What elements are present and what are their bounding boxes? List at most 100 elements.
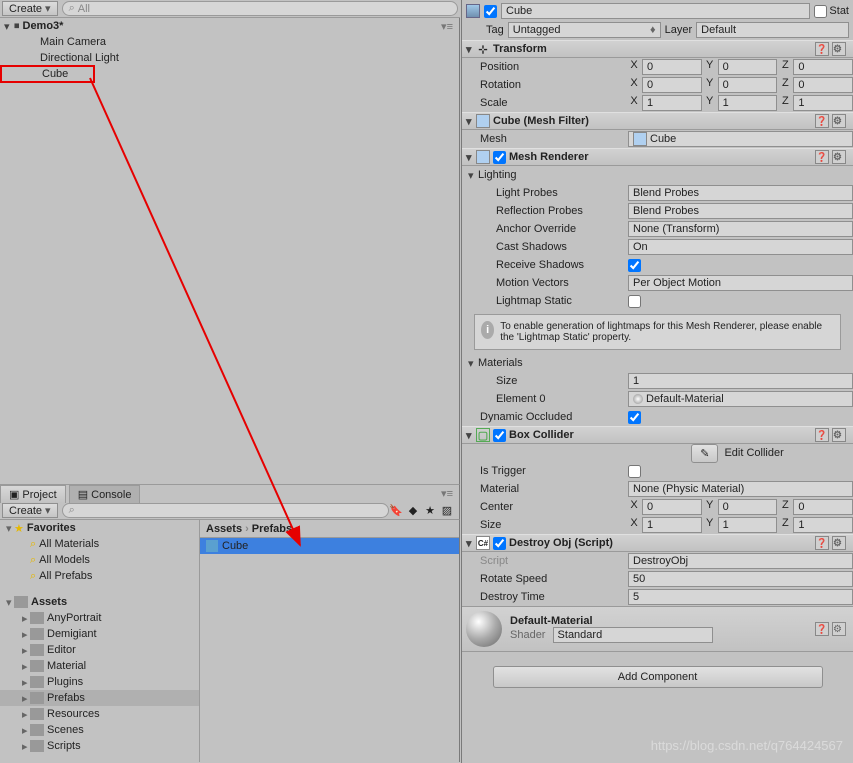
scl-x-input[interactable]: 1 — [642, 95, 702, 111]
asset-folder-prefabs[interactable]: ▸Prefabs — [0, 690, 199, 706]
size-y-input[interactable]: 1 — [718, 517, 778, 533]
assets-header[interactable]: ▾Assets — [0, 594, 199, 610]
help-icon[interactable] — [815, 428, 829, 442]
dynamic-occluded-checkbox[interactable] — [628, 411, 641, 424]
create-label: Create — [9, 3, 42, 15]
destroy-time-input[interactable]: 5 — [628, 589, 853, 605]
asset-folder-demigiant[interactable]: ▸Demigiant — [0, 626, 199, 642]
hierarchy-item[interactable]: Main Camera — [0, 34, 459, 50]
meshrenderer-header[interactable]: ▾Mesh Renderer — [462, 148, 853, 166]
scl-z-input[interactable]: 1 — [793, 95, 853, 111]
element0-field[interactable]: Default-Material — [628, 391, 853, 407]
mesh-field[interactable]: Cube — [628, 131, 853, 147]
gear-icon[interactable] — [832, 42, 846, 56]
lightmap-static-checkbox[interactable] — [628, 295, 641, 308]
reflection-probes-dropdown[interactable]: Blend Probes — [628, 203, 853, 219]
favorite-item[interactable]: ⌕All Models — [0, 552, 199, 568]
rot-y-input[interactable]: 0 — [718, 77, 778, 93]
material-preview-header[interactable]: Default-Material Shader Standard — [462, 607, 853, 651]
pos-z-input[interactable]: 0 — [793, 59, 853, 75]
asset-folder-anyportrait[interactable]: ▸AnyPortrait — [0, 610, 199, 626]
scene-row[interactable]: ▾ ⏹ Demo3* ▾≡ — [0, 18, 459, 34]
materials-size-input[interactable]: 1 — [628, 373, 853, 389]
help-icon[interactable] — [815, 42, 829, 56]
size-z-input[interactable]: 1 — [793, 517, 853, 533]
help-icon[interactable] — [815, 114, 829, 128]
static-label: Stat — [829, 5, 849, 17]
gameobject-name-input[interactable]: Cube — [501, 3, 810, 19]
favorite-item[interactable]: ⌕All Prefabs — [0, 568, 199, 584]
panel-menu-icon[interactable]: ▾≡ — [435, 485, 459, 502]
meshrenderer-enabled-checkbox[interactable] — [493, 151, 506, 164]
script-header[interactable]: ▾C#Destroy Obj (Script) — [462, 534, 853, 552]
add-component-button[interactable]: Add Component — [493, 666, 823, 688]
breadcrumb-item[interactable]: Assets — [206, 523, 242, 535]
scene-menu-icon[interactable]: ▾≡ — [441, 20, 453, 33]
gear-icon[interactable] — [832, 114, 846, 128]
help-icon[interactable] — [815, 536, 829, 550]
edit-collider-button[interactable]: ✎ — [691, 444, 718, 463]
hierarchy-item-cube[interactable]: Cube — [0, 66, 459, 82]
rotate-speed-input[interactable]: 50 — [628, 571, 853, 587]
asset-folder-editor[interactable]: ▸Editor — [0, 642, 199, 658]
light-probes-dropdown[interactable]: Blend Probes — [628, 185, 853, 201]
layer-dropdown[interactable]: Default — [696, 22, 849, 38]
receive-shadows-checkbox[interactable] — [628, 259, 641, 272]
breadcrumb-item[interactable]: Prefabs — [252, 523, 292, 535]
favorite-item[interactable]: ⌕All Materials — [0, 536, 199, 552]
help-icon[interactable] — [815, 622, 829, 636]
project-create-button[interactable]: Create▾ — [2, 503, 58, 518]
shader-dropdown[interactable]: Standard — [553, 627, 713, 643]
motion-vectors-dropdown[interactable]: Per Object Motion — [628, 275, 853, 291]
rot-z-input[interactable]: 0 — [793, 77, 853, 93]
asset-folder-plugins[interactable]: ▸Plugins — [0, 674, 199, 690]
hidden-icon[interactable]: ▨ — [440, 504, 454, 518]
folder-icon — [30, 724, 44, 736]
gear-icon[interactable] — [832, 622, 846, 636]
hierarchy-search-input[interactable]: All — [62, 1, 458, 16]
size-x-input[interactable]: 1 — [642, 517, 702, 533]
center-x-input[interactable]: 0 — [642, 499, 702, 515]
list-item-cube[interactable]: Cube — [200, 538, 459, 554]
foldout-icon[interactable]: ▾ — [466, 43, 476, 56]
pos-x-input[interactable]: 0 — [642, 59, 702, 75]
gear-icon[interactable] — [832, 536, 846, 550]
is-trigger-checkbox[interactable] — [628, 465, 641, 478]
hierarchy-item[interactable]: Directional Light — [0, 50, 459, 66]
filter-icon[interactable]: 🔖 — [389, 504, 403, 518]
filter-type-icon[interactable]: ◆ — [406, 504, 420, 518]
boxcollider-header[interactable]: ▾▢Box Collider — [462, 426, 853, 444]
asset-folder-material[interactable]: ▸Material — [0, 658, 199, 674]
physic-material-field[interactable]: None (Physic Material) — [628, 481, 853, 497]
hierarchy-create-button[interactable]: Create▾ — [2, 1, 58, 16]
cast-shadows-dropdown[interactable]: On — [628, 239, 853, 255]
asset-folder-scripts[interactable]: ▸Scripts — [0, 738, 199, 754]
tab-label: Project — [22, 489, 56, 501]
rot-x-input[interactable]: 0 — [642, 77, 702, 93]
asset-folder-resources[interactable]: ▸Resources — [0, 706, 199, 722]
scene-name: Demo3* — [23, 20, 64, 32]
tab-project[interactable]: ▣Project — [0, 485, 66, 503]
gameobject-icon[interactable] — [466, 4, 480, 18]
project-search-input[interactable] — [62, 503, 389, 518]
tab-console[interactable]: ▤Console — [69, 485, 141, 503]
center-y-input[interactable]: 0 — [718, 499, 778, 515]
meshfilter-header[interactable]: ▾Cube (Mesh Filter) — [462, 112, 853, 130]
favorites-header[interactable]: ▾★Favorites — [0, 520, 199, 536]
gameobject-active-checkbox[interactable] — [484, 5, 497, 18]
asset-folder-scenes[interactable]: ▸Scenes — [0, 722, 199, 738]
tag-dropdown[interactable]: Untagged♦ — [508, 22, 661, 38]
gear-icon[interactable] — [832, 150, 846, 164]
pos-y-input[interactable]: 0 — [718, 59, 778, 75]
script-enabled-checkbox[interactable] — [493, 537, 506, 550]
static-checkbox[interactable] — [814, 5, 827, 18]
help-icon[interactable] — [815, 150, 829, 164]
gear-icon[interactable] — [832, 428, 846, 442]
transform-header[interactable]: ▾⊹Transform — [462, 40, 853, 58]
boxcollider-enabled-checkbox[interactable] — [493, 429, 506, 442]
anchor-override-field[interactable]: None (Transform) — [628, 221, 853, 237]
scl-y-input[interactable]: 1 — [718, 95, 778, 111]
center-z-input[interactable]: 0 — [793, 499, 853, 515]
favorite-icon[interactable]: ★ — [423, 504, 437, 518]
foldout-icon[interactable]: ▾ — [4, 20, 14, 33]
